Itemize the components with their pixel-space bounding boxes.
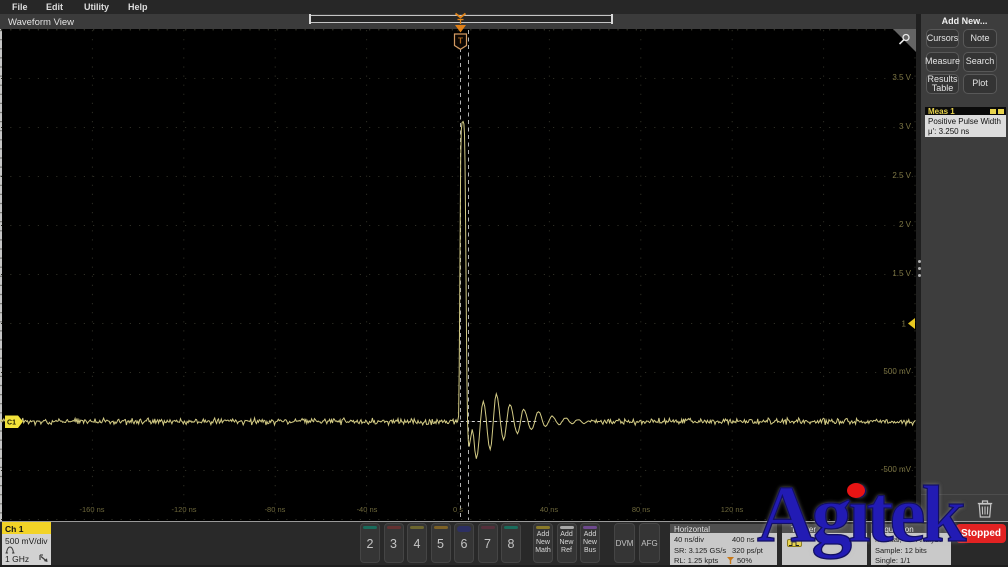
svg-text:T: T — [458, 36, 464, 46]
svg-text:1: 1 — [902, 320, 907, 329]
svg-text:C1: C1 — [7, 419, 16, 426]
